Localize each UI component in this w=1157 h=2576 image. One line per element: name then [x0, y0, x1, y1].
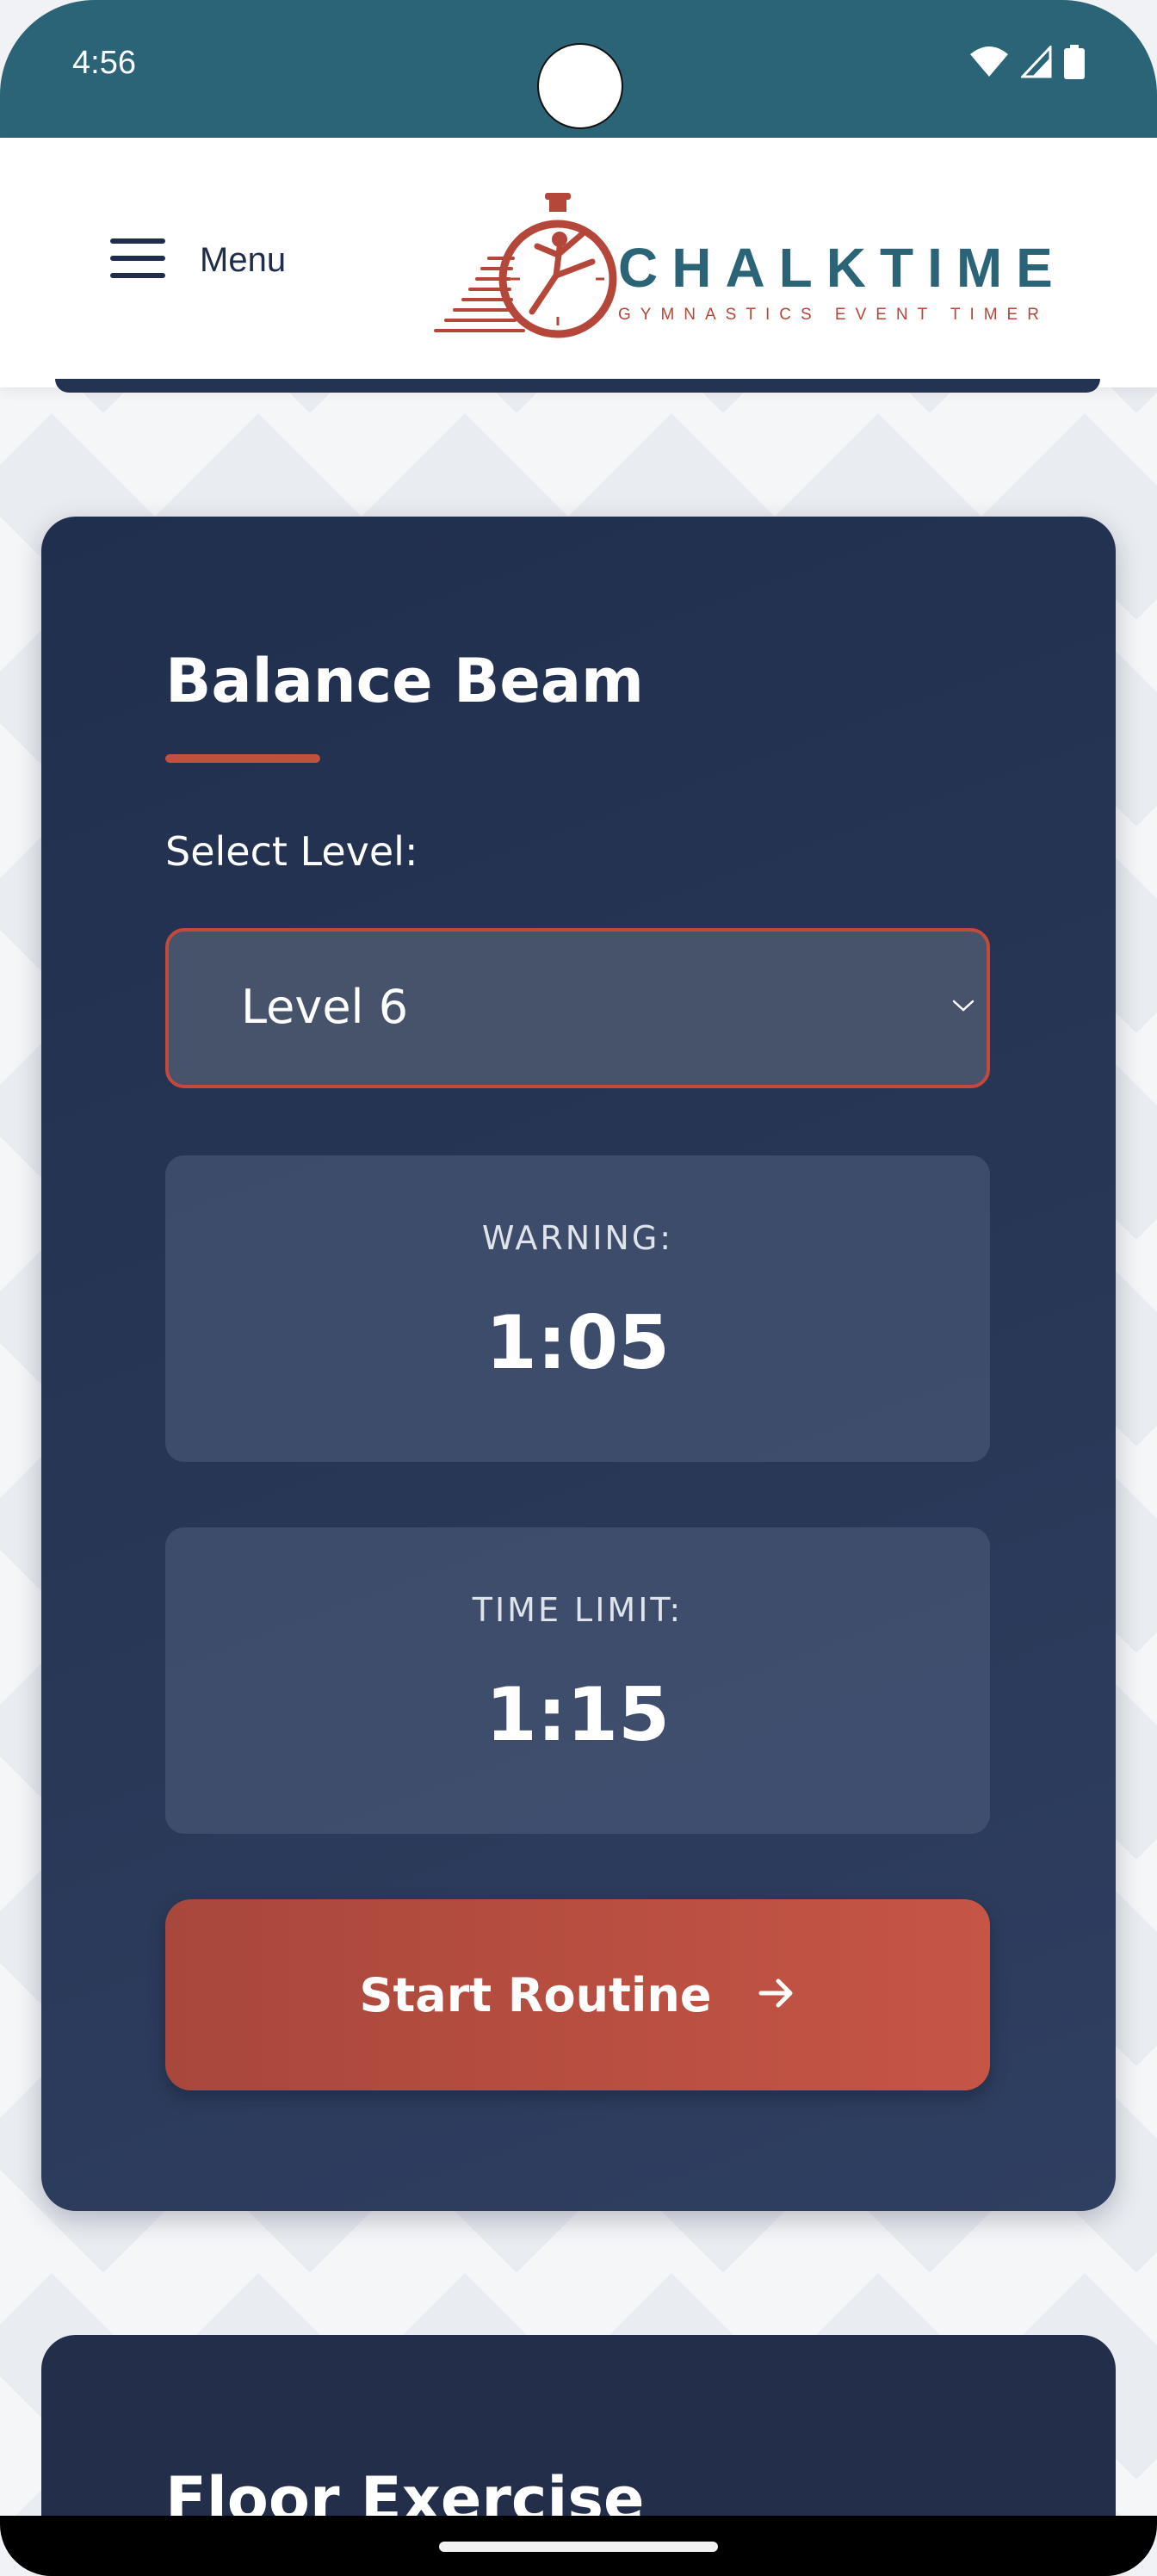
- wifi-icon: [969, 46, 1009, 78]
- logo-title: CHALKTIME: [618, 237, 1067, 299]
- event-title: Balance Beam: [165, 646, 645, 716]
- signal-icon: [1021, 46, 1052, 78]
- home-indicator[interactable]: [439, 2542, 718, 2552]
- status-icons: [969, 45, 1085, 79]
- warning-label: WARNING:: [481, 1219, 674, 1257]
- warning-time-box: WARNING: 1:05: [165, 1155, 990, 1462]
- menu-label: Menu: [200, 240, 287, 279]
- event-card-balance-beam: Balance Beam Select Level: Level 6 WARNI…: [41, 517, 1116, 2211]
- app-header: Menu CHALKTIME GYMNASTICS EVENT TIMER: [0, 138, 1157, 387]
- time-limit-value: 1:15: [486, 1672, 670, 1758]
- title-underline: [165, 754, 320, 763]
- start-routine-label: Start Routine: [359, 1967, 712, 2022]
- warning-time: 1:05: [486, 1300, 670, 1386]
- select-level-label: Select Level:: [165, 828, 418, 875]
- phone-screen: 4:56 Menu CHALKTIME GYMNASTICS EVENT TIM…: [0, 0, 1157, 2576]
- time-limit-box: TIME LIMIT: 1:15: [165, 1527, 990, 1834]
- logo-subtitle: GYMNASTICS EVENT TIMER: [618, 306, 1049, 324]
- status-time: 4:56: [72, 45, 136, 81]
- start-routine-button[interactable]: Start Routine: [165, 1899, 990, 2090]
- level-select[interactable]: Level 6: [165, 928, 990, 1088]
- stopwatch-gymnast-icon: [434, 193, 617, 338]
- battery-icon: [1064, 45, 1085, 79]
- previous-card-edge: [55, 379, 1100, 393]
- chevron-down-icon: [952, 999, 974, 1016]
- camera-cutout: [537, 43, 623, 129]
- level-select-value: Level 6: [241, 980, 409, 1034]
- time-limit-label: TIME LIMIT:: [472, 1591, 684, 1629]
- app-logo[interactable]: CHALKTIME GYMNASTICS EVENT TIMER: [429, 183, 1053, 346]
- arrow-right-icon: [758, 1976, 795, 2014]
- status-bar: 4:56: [0, 0, 1157, 138]
- menu-button[interactable]: Menu: [110, 237, 286, 283]
- hamburger-icon: [110, 237, 165, 283]
